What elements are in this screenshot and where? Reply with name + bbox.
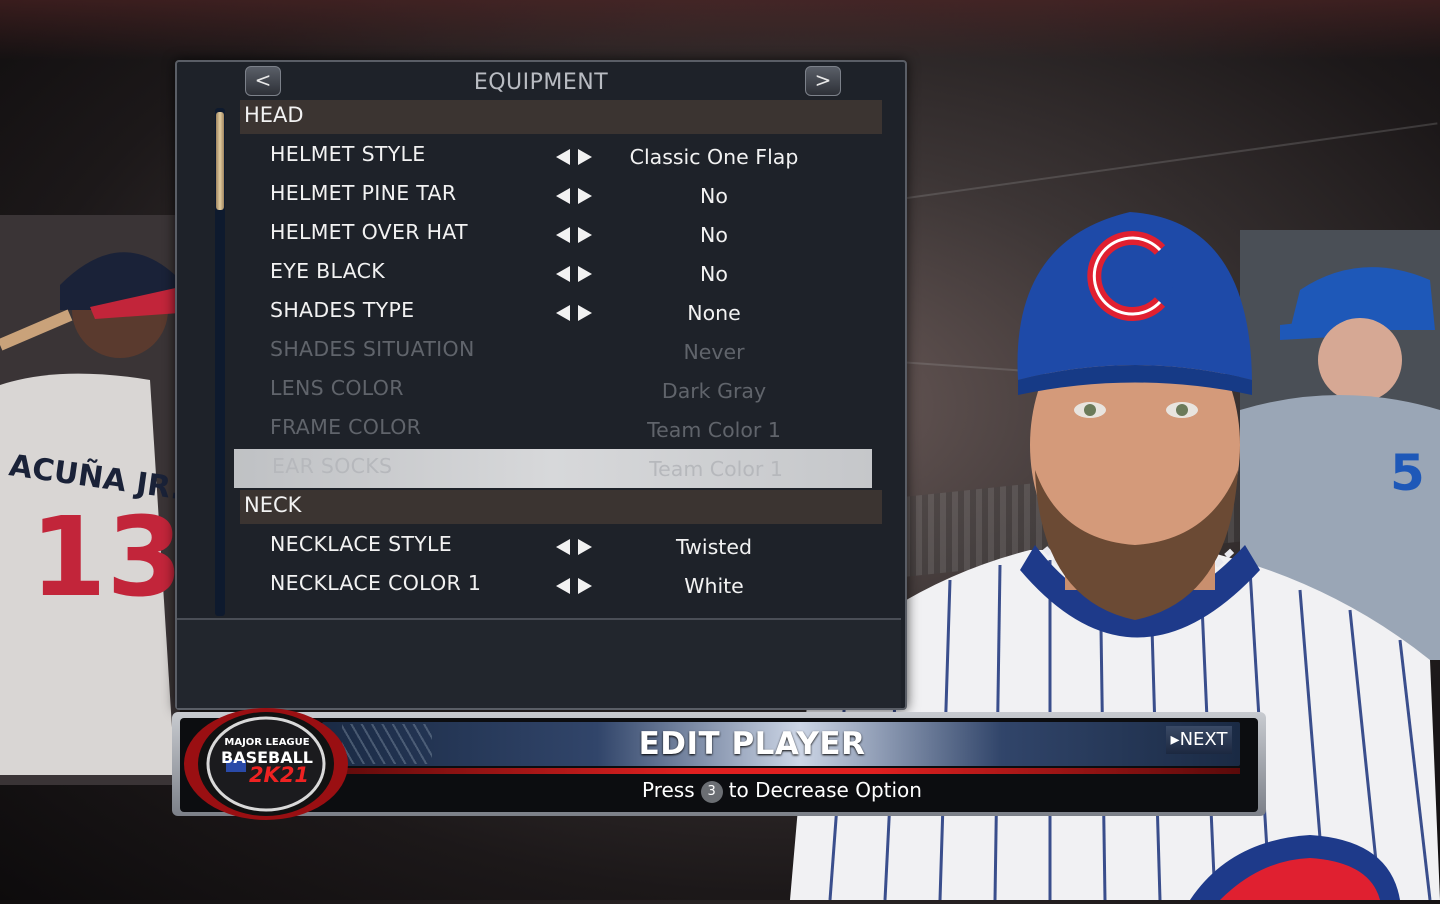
logo-line-1: MAJOR LEAGUE [224, 737, 310, 748]
scrollbar-thumb[interactable] [216, 112, 224, 210]
option-row-necklace-style[interactable]: NECKLACE STYLE Twisted [232, 527, 884, 566]
option-label: SHADES SITUATION [270, 337, 475, 361]
option-label: HELMET PINE TAR [270, 181, 457, 205]
option-label: EYE BLACK [270, 259, 386, 283]
option-label: HELMET OVER HAT [270, 220, 468, 244]
arrow-left-icon[interactable] [556, 539, 570, 555]
background-player-left: ACUÑA JR. 13 [0, 215, 180, 785]
section-label: NECK [244, 493, 302, 517]
option-label: FRAME COLOR [270, 415, 422, 439]
option-label: SHADES TYPE [270, 298, 415, 322]
option-label: LENS COLOR [270, 376, 404, 400]
scrollbar[interactable] [215, 108, 225, 616]
option-row-helmet-over-hat[interactable]: HELMET OVER HAT No [232, 215, 884, 254]
option-row-frame-color: FRAME COLOR Team Color 1 [232, 410, 884, 449]
option-row-shades-situation: SHADES SITUATION Never [232, 332, 884, 371]
option-label: EAR SOCKS [272, 454, 393, 478]
option-value: Dark Gray [661, 379, 767, 403]
arrow-left-icon[interactable] [556, 305, 570, 321]
section-header-neck: NECK [240, 490, 882, 524]
option-value: Team Color 1 [649, 457, 783, 481]
arrow-left-icon[interactable] [556, 149, 570, 165]
control-hint: Press 3 to Decrease Option [642, 778, 922, 803]
screen-title: EDIT PLAYER [638, 726, 866, 762]
arrow-left-icon[interactable] [556, 266, 570, 282]
arrow-left-icon[interactable] [556, 578, 570, 594]
next-page-button[interactable]: > [805, 66, 841, 96]
bottom-bar-red-line [322, 768, 1240, 774]
background-stripe [902, 122, 1438, 200]
option-row-shades-type[interactable]: SHADES TYPE None [232, 293, 884, 332]
option-row-helmet-style[interactable]: HELMET STYLE Classic One Flap [232, 137, 884, 176]
option-row-lens-color: LENS COLOR Dark Gray [232, 371, 884, 410]
hint-suffix: to Decrease Option [728, 778, 922, 802]
svg-text:13: 13 [30, 493, 180, 621]
chevron-right-icon: > [814, 68, 832, 92]
arrow-left-icon[interactable] [556, 227, 570, 243]
option-row-eye-black[interactable]: EYE BLACK No [232, 254, 884, 293]
option-label: HELMET STYLE [270, 142, 426, 166]
equipment-panel: < EQUIPMENT > HEAD HELMET STYLE Classic … [175, 60, 907, 710]
hint-prefix: Press [642, 778, 695, 802]
option-value: White [684, 574, 744, 598]
option-row-ear-socks[interactable]: EAR SOCKS Team Color 1 [234, 449, 872, 488]
option-value: Team Color 1 [647, 418, 781, 442]
next-button[interactable]: ▸NEXT [1166, 726, 1232, 754]
next-label: NEXT [1179, 729, 1228, 750]
option-value: No [700, 184, 728, 208]
option-value: No [700, 223, 728, 247]
option-row-helmet-pine-tar[interactable]: HELMET PINE TAR No [232, 176, 884, 215]
button-3-icon: 3 [700, 781, 723, 803]
panel-header: < EQUIPMENT > [177, 62, 905, 102]
option-value: None [687, 301, 741, 325]
option-value: Never [683, 340, 745, 364]
option-value: No [700, 262, 728, 286]
section-label: HEAD [244, 103, 304, 127]
hex-pattern [342, 724, 432, 764]
option-row-necklace-color-1[interactable]: NECKLACE COLOR 1 White [232, 566, 884, 605]
section-header-head: HEAD [240, 100, 882, 134]
background-beam [0, 0, 1440, 60]
option-label: NECKLACE COLOR 1 [270, 571, 482, 595]
option-label: NECKLACE STYLE [270, 532, 453, 556]
option-value: Twisted [676, 535, 752, 559]
option-description-box [177, 618, 901, 708]
options-list: HEAD HELMET STYLE Classic One Flap HELME… [232, 98, 884, 618]
play-arrow-icon: ▸ [1170, 729, 1180, 750]
arrow-left-icon[interactable] [556, 188, 570, 204]
option-value: Classic One Flap [629, 145, 799, 169]
panel-title: EQUIPMENT [473, 70, 609, 95]
logo-line-3: 2K21 [248, 763, 310, 787]
